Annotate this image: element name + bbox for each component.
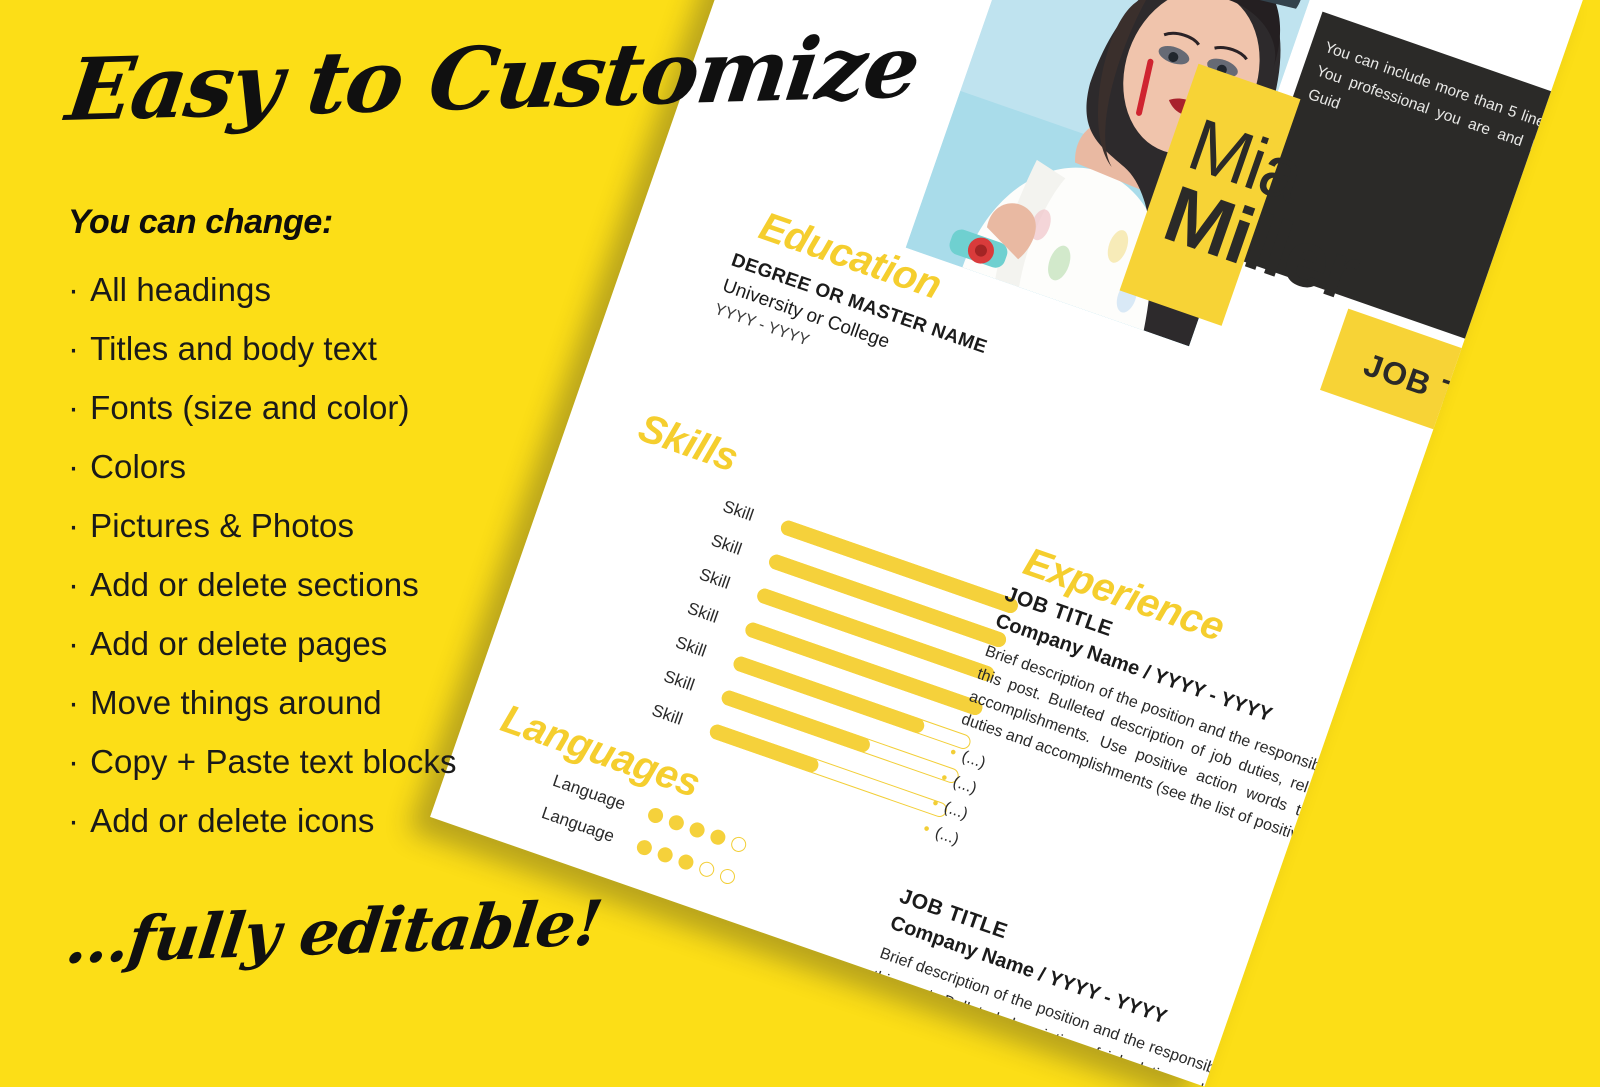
bullet-dot-icon: · — [68, 684, 80, 721]
contact-phone: 123.4 — [1554, 512, 1586, 550]
bullet-dot-icon: · — [68, 802, 80, 839]
promo-list-item-label: Move things around — [90, 684, 382, 721]
bullet-dot-icon: · — [68, 448, 80, 485]
promo-list-item-label: Colors — [90, 448, 187, 485]
promo-list-item: · Move things around — [68, 673, 457, 732]
promo-list-item-label: Copy + Paste text blocks — [90, 743, 457, 780]
promo-panel: Easy to Customize You can change: · All h… — [0, 0, 924, 1066]
job-title-badge-label: JOB TITLE — [1359, 346, 1535, 437]
bullet-dot-icon: · — [68, 625, 80, 662]
experience-bullet-label: (...) — [950, 773, 979, 798]
promo-footer: ...fully editable! — [62, 886, 606, 978]
promo-feature-list: · All headings · Titles and body text · Fonts… — [68, 260, 457, 850]
promo-list-item: · Pictures & Photos — [68, 496, 457, 555]
promo-list-item-label: Add or delete icons — [90, 802, 375, 839]
promo-list-item-label: Add or delete sections — [90, 566, 419, 603]
promo-list-item-label: Titles and body text — [90, 330, 378, 367]
experience-entry: JOB TITLE Company Name / YYYY - YYYY Brief… — [853, 885, 1348, 1087]
promo-list-item: · Colors — [68, 437, 457, 496]
experience-bullet-label: (...) — [941, 799, 970, 823]
promo-list-item: · All headings — [68, 260, 457, 319]
bullet-dot-icon: · — [68, 507, 80, 544]
promo-list-item-label: Fonts (size and color) — [90, 389, 410, 426]
experience-bullet-label: (...) — [959, 748, 988, 772]
experience-bullet-label: (...) — [932, 824, 962, 849]
bullet-dot-icon: · — [68, 566, 80, 603]
bullet-dot-icon: · — [68, 743, 80, 780]
promo-subtitle: You can change: — [68, 203, 333, 241]
promo-title: Easy to Customize — [61, 16, 924, 141]
promo-list-item-label: Add or delete pages — [90, 625, 388, 662]
promo-list-item: · Add or delete icons — [68, 791, 457, 850]
contact-info: 123.4 yourname@ma userna — [1204, 398, 1586, 612]
education-school: University or College — [719, 275, 893, 353]
promo-list-item: · Copy + Paste text blocks — [68, 732, 457, 791]
promo-list-item: · Fonts (size and color) — [68, 378, 457, 437]
promo-list-item-label: Pictures & Photos — [90, 507, 355, 544]
bullet-dot-icon: · — [68, 330, 80, 367]
promo-list-item: · Add or delete sections — [68, 555, 457, 614]
skill-progress-fill — [731, 654, 927, 736]
promo-list-item: · Titles and body text — [68, 319, 457, 378]
bullet-dot-icon: · — [68, 389, 80, 426]
promo-list-item: · Add or delete pages — [68, 614, 457, 673]
promo-list-item-label: All headings — [90, 271, 272, 308]
contact-username: userna — [1530, 573, 1586, 611]
bullet-dot-icon: · — [68, 271, 80, 308]
